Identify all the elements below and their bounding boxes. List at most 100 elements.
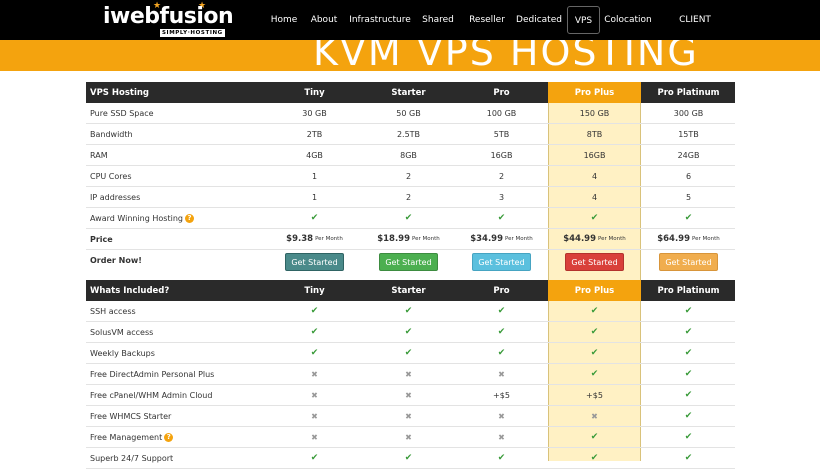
- cell-value: ✔: [362, 301, 455, 321]
- row-label: Award Winning Hosting ?: [86, 208, 266, 228]
- cell-value: 150 GB: [579, 108, 610, 118]
- table-row: Superb 24/7 Support ✔ ✔ ✔ ✔ ✔: [86, 448, 735, 469]
- nav-shared[interactable]: Shared: [418, 0, 458, 40]
- get-started-button-pro-platinum[interactable]: Get Started: [659, 253, 718, 271]
- plan-name: Pro Platinum: [657, 87, 720, 98]
- price-cell: $44.99 Per Month: [548, 229, 641, 249]
- help-icon[interactable]: ?: [164, 432, 174, 442]
- get-started-button-pro-plus[interactable]: Get Started: [565, 253, 624, 271]
- check-icon: ✔: [310, 306, 319, 316]
- cross-icon: ✖: [311, 369, 318, 379]
- cell-value: 30 GB: [302, 108, 327, 118]
- cell-value: ✔: [642, 322, 735, 342]
- nav-colocation[interactable]: Colocation: [604, 0, 652, 40]
- logo-tagline: SIMPLY·HOSTING: [160, 29, 225, 37]
- cell-value: ✔: [548, 322, 641, 342]
- get-started-button-starter[interactable]: Get Started: [379, 253, 438, 271]
- addon-price: +$5: [493, 390, 510, 400]
- table-row: IP addresses 1 2 3 4 5: [86, 187, 735, 208]
- nav-about[interactable]: About: [306, 0, 342, 40]
- help-icon[interactable]: ?: [184, 213, 194, 223]
- top-navbar: ★ ★ iwebfusion SIMPLY·HOSTING Home About…: [0, 0, 820, 65]
- cell-value: ✔: [642, 406, 735, 426]
- cell-value: ✖: [362, 427, 455, 447]
- table-row: Award Winning Hosting ? ✔ ✔ ✔ ✔ ✔: [86, 208, 735, 229]
- cell-value: ✔: [268, 208, 361, 228]
- plan-name-highlight: Pro Plus: [548, 280, 641, 301]
- check-icon: ✔: [497, 213, 506, 223]
- plan-name: Starter: [391, 87, 426, 98]
- cell-value: 4: [591, 192, 598, 202]
- brand-logo[interactable]: ★ ★ iwebfusion SIMPLY·HOSTING: [103, 2, 234, 38]
- price-cell: $64.99 Per Month: [642, 229, 735, 249]
- cell-value: ✔: [642, 448, 735, 468]
- cell-value: +$5: [455, 385, 548, 405]
- table-row: Free WHMCS Starter ✖ ✖ ✖ ✖ ✔: [86, 406, 735, 427]
- get-started-button-pro[interactable]: Get Started: [472, 253, 531, 271]
- table-row: Bandwidth 2TB 2.5TB 5TB 8TB 15TB: [86, 124, 735, 145]
- row-label: SolusVM access: [86, 322, 266, 342]
- cross-icon: ✖: [498, 369, 505, 379]
- nav-home[interactable]: Home: [266, 0, 302, 40]
- cell-value: 1: [311, 171, 318, 181]
- table-row: Free DirectAdmin Personal Plus ✖ ✖ ✖ ✔ ✔: [86, 364, 735, 385]
- row-label: Free WHMCS Starter: [86, 406, 266, 426]
- check-icon: ✔: [404, 327, 413, 337]
- cell-value: ✖: [268, 406, 361, 426]
- cell-value: ✔: [548, 208, 641, 228]
- cross-icon: ✖: [405, 369, 412, 379]
- row-label: Superb 24/7 Support: [86, 448, 266, 468]
- header-label: VPS Hosting: [90, 87, 150, 98]
- nav-dedicated[interactable]: Dedicated: [514, 0, 564, 40]
- price-period: Per Month: [315, 236, 343, 242]
- cross-icon: ✖: [405, 432, 412, 442]
- cell-value: 8TB: [586, 129, 603, 139]
- check-icon: ✔: [590, 369, 599, 379]
- check-icon: ✔: [684, 213, 693, 223]
- check-icon: ✔: [590, 432, 599, 442]
- check-icon: ✔: [590, 453, 599, 463]
- nav-reseller[interactable]: Reseller: [464, 0, 510, 40]
- check-icon: ✔: [684, 453, 693, 463]
- price-value: $44.99: [563, 234, 597, 244]
- cell-value: ✔: [642, 385, 735, 405]
- page-title: KVM VPS HOSTING: [313, 40, 699, 71]
- row-label: RAM: [90, 150, 108, 160]
- cross-icon: ✖: [311, 390, 318, 400]
- cell-value: 16GB: [583, 150, 606, 160]
- cell-value: 15TB: [678, 129, 699, 139]
- check-icon: ✔: [684, 390, 693, 400]
- table-header-row: VPS Hosting Tiny Starter Pro Pro Plus Pr…: [86, 82, 735, 103]
- nav-vps[interactable]: VPS: [567, 6, 600, 34]
- cross-icon: ✖: [405, 411, 412, 421]
- cell-value: 4: [591, 171, 598, 181]
- check-icon: ✔: [310, 213, 319, 223]
- cross-icon: ✖: [498, 411, 505, 421]
- cell-value: ✖: [268, 364, 361, 384]
- price-value: $64.99: [657, 234, 691, 244]
- cell-value: ✔: [548, 301, 641, 321]
- nav-client-portal[interactable]: CLIENT PORTAL: [662, 0, 728, 65]
- feature-label: Free WHMCS Starter: [90, 411, 172, 421]
- plan-name: Tiny: [304, 285, 325, 296]
- nav-infrastructure[interactable]: Infrastructure: [348, 0, 412, 40]
- cell-value: ✔: [362, 343, 455, 363]
- cell-value: 24GB: [677, 150, 700, 160]
- plan-name: Pro: [493, 285, 510, 296]
- header-label: Whats Included?: [90, 285, 170, 296]
- logo-wordmark: iwebfusion: [103, 4, 234, 29]
- price-period: Per Month: [412, 236, 440, 242]
- table-row: CPU Cores 1 2 2 4 6: [86, 166, 735, 187]
- row-label: Weekly Backups: [86, 343, 266, 363]
- cell-value: 5TB: [493, 129, 510, 139]
- cell-value: 2: [405, 171, 412, 181]
- cross-icon: ✖: [591, 411, 598, 421]
- check-icon: ✔: [590, 327, 599, 337]
- cross-icon: ✖: [405, 390, 412, 400]
- cell-value: ✖: [268, 385, 361, 405]
- get-started-button-tiny[interactable]: Get Started: [285, 253, 344, 271]
- plan-name: Pro: [493, 87, 510, 98]
- check-icon: ✔: [310, 327, 319, 337]
- cell-value: 2TB: [306, 129, 323, 139]
- cell-value: ✔: [642, 343, 735, 363]
